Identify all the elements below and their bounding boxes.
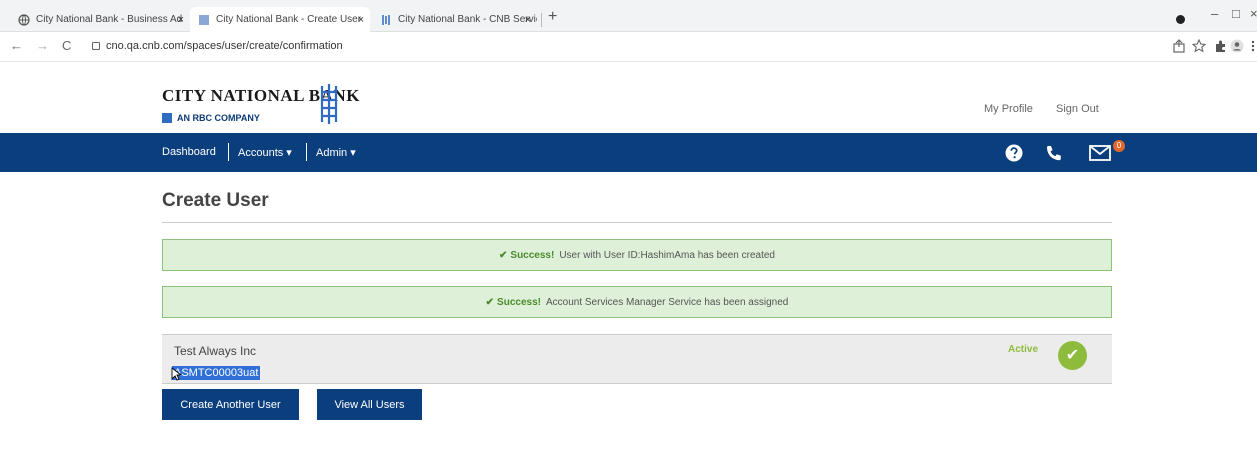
phone-icon[interactable] bbox=[1045, 144, 1063, 162]
browser-profile-icon[interactable] bbox=[1176, 15, 1185, 24]
tab-close-icon[interactable]: × bbox=[358, 14, 364, 26]
extensions-icon[interactable] bbox=[1213, 39, 1227, 53]
browser-tab-cnb-service[interactable]: City National Bank - CNB Service × bbox=[372, 7, 537, 32]
check-icon: ✔ bbox=[485, 296, 495, 308]
star-icon[interactable] bbox=[1192, 39, 1206, 53]
account-status: Active bbox=[1008, 344, 1039, 355]
cnb-favicon-icon bbox=[382, 14, 390, 25]
account-name: Test Always Inc bbox=[174, 344, 257, 358]
minimize-icon[interactable]: – bbox=[1211, 6, 1218, 21]
menu-icon[interactable] bbox=[1250, 39, 1256, 53]
view-all-users-button[interactable]: View All Users bbox=[317, 389, 422, 420]
browser-address-bar: ← → C cno.qa.cnb.com/spaces/user/create/… bbox=[0, 32, 1257, 62]
tab-close-icon[interactable]: × bbox=[178, 14, 184, 26]
close-window-icon[interactable]: × bbox=[1250, 6, 1257, 21]
message-count-badge: 0 bbox=[1113, 140, 1125, 152]
nav-dashboard[interactable]: Dashboard bbox=[162, 146, 216, 158]
reload-icon[interactable]: C bbox=[62, 38, 71, 53]
logo-subtitle-text: AN RBC COMPANY bbox=[177, 113, 260, 123]
tab-title: City National Bank - CNB Service bbox=[398, 14, 537, 25]
create-another-user-button[interactable]: Create Another User bbox=[162, 389, 299, 420]
success-alert-user-created: ✔ Success! User with User ID:HashimAma h… bbox=[162, 239, 1112, 271]
sign-out-link[interactable]: Sign Out bbox=[1056, 103, 1099, 115]
alert-message: Account Services Manager Service has bee… bbox=[545, 296, 789, 308]
nav-separator bbox=[228, 143, 229, 161]
maximize-icon[interactable]: □ bbox=[1232, 6, 1240, 21]
tab-separator bbox=[541, 13, 542, 27]
share-icon[interactable] bbox=[1172, 39, 1186, 53]
tab-title: City National Bank - Business Ad bbox=[36, 14, 183, 25]
tab-title: City National Bank - Create User bbox=[216, 14, 362, 25]
nav-separator bbox=[306, 143, 307, 161]
title-divider bbox=[162, 222, 1112, 223]
browser-tabstrip: City National Bank - Business Ad × City … bbox=[0, 0, 1257, 32]
user-id-selected-text[interactable]: ASMTC00003uat bbox=[172, 366, 261, 380]
profile-icon[interactable] bbox=[1230, 39, 1244, 53]
envelope-icon[interactable] bbox=[1089, 145, 1111, 161]
new-tab-icon[interactable]: + bbox=[548, 8, 557, 26]
main-navbar: Dashboard Accounts ▾ Admin ▾ bbox=[0, 133, 1257, 172]
back-icon[interactable]: ← bbox=[10, 38, 23, 53]
page-title: Create User bbox=[162, 190, 269, 211]
account-summary-panel: Test Always Inc ASMTC00003uat Active ✔ bbox=[162, 334, 1112, 384]
alert-label: Success! bbox=[497, 296, 541, 308]
globe-icon bbox=[18, 13, 30, 26]
forward-icon[interactable]: → bbox=[36, 38, 49, 53]
help-icon[interactable] bbox=[1005, 144, 1023, 162]
mouse-cursor-icon bbox=[171, 367, 181, 381]
check-icon: ✔ bbox=[499, 249, 508, 261]
cnb-ladder-icon bbox=[320, 84, 338, 124]
alert-label: Success! bbox=[510, 249, 555, 261]
page-favicon-icon bbox=[199, 14, 209, 25]
success-alert-service-assigned: ✔ Success! Account Services Manager Serv… bbox=[162, 286, 1112, 318]
rbc-logo-icon bbox=[162, 113, 172, 123]
lock-icon bbox=[92, 42, 100, 50]
browser-tab-create-user[interactable]: City National Bank - Create User × bbox=[190, 7, 370, 32]
nav-admin[interactable]: Admin ▾ bbox=[316, 146, 356, 159]
url-field[interactable]: cno.qa.cnb.com/spaces/user/create/confir… bbox=[106, 40, 343, 52]
active-check-icon: ✔ bbox=[1058, 341, 1087, 370]
logo-subtitle: AN RBC COMPANY bbox=[162, 113, 260, 123]
my-profile-link[interactable]: My Profile bbox=[984, 103, 1033, 115]
alert-message: User with User ID:HashimAma has been cre… bbox=[559, 249, 775, 261]
tab-close-icon[interactable]: × bbox=[525, 14, 531, 26]
browser-tab-business[interactable]: City National Bank - Business Ad × bbox=[10, 7, 190, 32]
nav-accounts[interactable]: Accounts ▾ bbox=[238, 146, 292, 159]
